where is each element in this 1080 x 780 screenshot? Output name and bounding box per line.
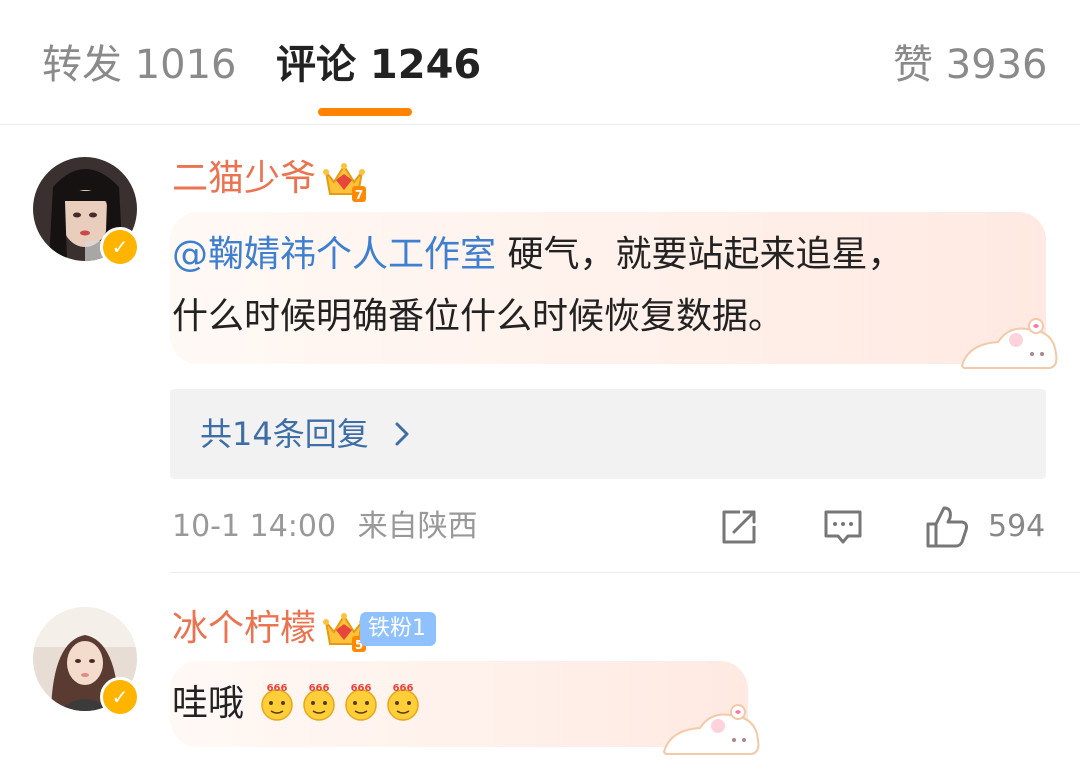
location: 来自陕西 (357, 509, 478, 544)
replies-count: 共14条回复 (200, 415, 369, 453)
fan-badge: 铁粉1 (360, 612, 436, 646)
crown-icon: 7 (322, 158, 366, 206)
tab-comments[interactable]: 评论 1246 (276, 38, 481, 92)
svg-text:666: 666 (393, 683, 414, 694)
divider (170, 572, 1080, 573)
comment-text-line: 硬气，就要站起来追星， (496, 234, 904, 275)
comment-icon[interactable] (822, 506, 864, 552)
tab-bar: 转发 1016 评论 1246 赞 3936 (0, 0, 1080, 125)
mention-link[interactable]: @鞠婧祎个人工作室 (172, 234, 496, 275)
emoji-666-icon: 666 (345, 683, 378, 721)
svg-text:666: 666 (309, 683, 330, 694)
comment-username[interactable]: 冰个柠檬 (172, 606, 316, 652)
comment-text: @鞠婧祎个人工作室 硬气，就要站起来追星， 什么时候明确番位什么时候恢复数据。 (172, 224, 1032, 348)
tab-reposts[interactable]: 转发 1016 (42, 38, 237, 92)
like-count: 594 (988, 509, 1046, 544)
verified-badge-icon: ✓ (100, 677, 140, 717)
comment-meta: 10-1 14:00 来自陕西 (172, 507, 478, 547)
active-tab-indicator (318, 108, 412, 116)
comment-username[interactable]: 二猫少爷 (172, 156, 316, 202)
emoji-666-icon: 666 (303, 683, 336, 721)
emoji-666-icon: 666 (387, 683, 420, 721)
comment-text: 哇哦 666 666 666 666 (172, 673, 423, 735)
tab-likes[interactable]: 赞 3936 (893, 38, 1048, 92)
svg-text:666: 666 (351, 683, 372, 694)
verified-badge-icon: ✓ (100, 227, 140, 267)
comment-text-line: 哇哦 (172, 683, 245, 724)
timestamp: 10-1 14:00 (172, 509, 337, 544)
emoji-666-icon: 666 (261, 683, 294, 721)
chevron-right-icon (392, 411, 412, 469)
cat-sticker-icon (662, 704, 760, 755)
comment-text-line: 什么时候明确番位什么时候恢复数据。 (172, 296, 785, 337)
replies-link[interactable]: 共14条回复 (170, 389, 1046, 479)
svg-text:666: 666 (267, 683, 288, 694)
share-icon[interactable] (718, 506, 760, 552)
thumbs-up-icon[interactable] (924, 504, 970, 554)
crown-level: 7 (355, 188, 363, 202)
